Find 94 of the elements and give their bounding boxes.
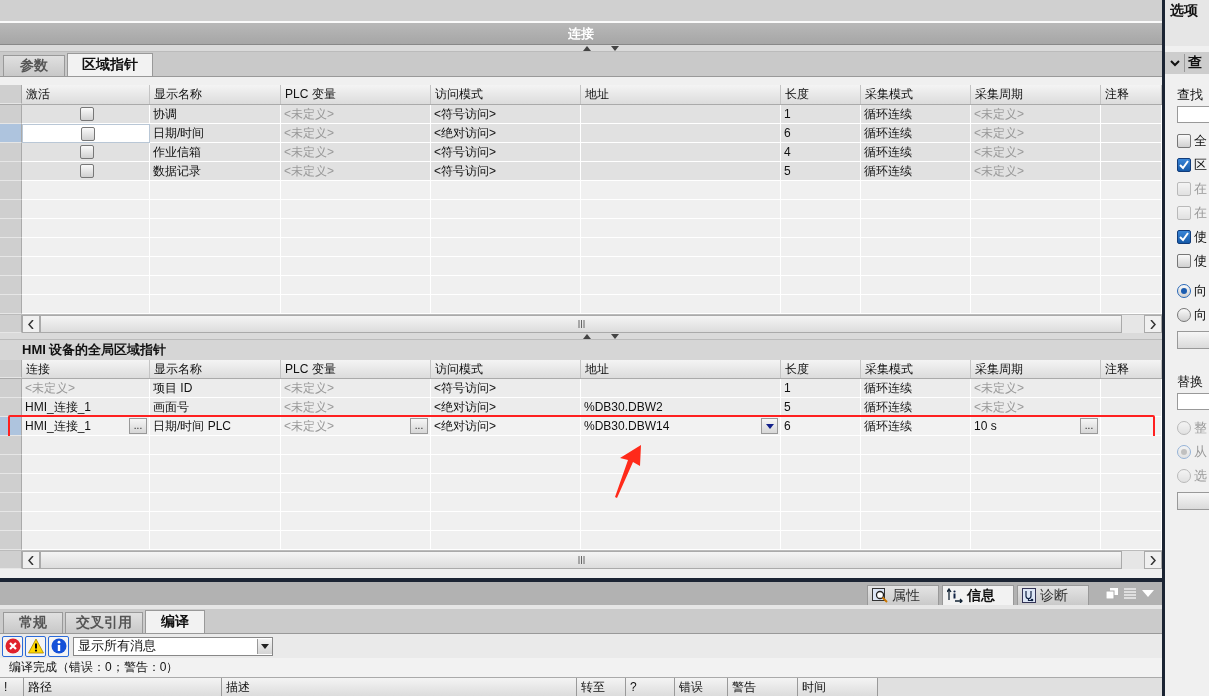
cell-text: HMI_连接_1: [25, 417, 92, 435]
column-header[interactable]: PLC 变量: [281, 360, 431, 378]
section-header[interactable]: 查: [1165, 52, 1209, 74]
inspector-tab[interactable]: 属性: [867, 585, 939, 605]
option-label: 全: [1194, 132, 1207, 150]
table-cell: 1: [781, 105, 861, 124]
table-cell: 日期/时间: [150, 124, 281, 143]
inspector-tab[interactable]: 信息: [942, 585, 1014, 605]
option-label: 选: [1194, 467, 1207, 485]
option-label: 在: [1194, 204, 1207, 222]
table-cell: <未定义>: [281, 105, 431, 124]
column-header[interactable]: 连接: [22, 360, 150, 378]
column-header[interactable]: 采集模式: [861, 360, 971, 378]
table-cell: <未定义>: [281, 162, 431, 181]
table-cell: 循环连续: [861, 143, 971, 162]
option-label: 向: [1194, 306, 1207, 324]
table-cell: <未定义>: [971, 124, 1101, 143]
column-header[interactable]: 描述: [222, 678, 577, 696]
cell-text: %DB30.DBW14: [584, 419, 670, 433]
table-cell: <未定义>: [281, 379, 431, 398]
table-cell: 作业信箱: [150, 143, 281, 162]
column-header[interactable]: 采集模式: [861, 85, 971, 104]
column-header[interactable]: 警告: [728, 678, 798, 696]
browse-button[interactable]: ...: [1080, 418, 1098, 434]
cell-text: <未定义>: [284, 417, 334, 435]
column-header[interactable]: 地址: [581, 360, 781, 378]
column-header[interactable]: 错误: [675, 678, 728, 696]
table-cell: 循环连续: [861, 417, 971, 436]
column-header[interactable]: 显示名称: [150, 85, 281, 104]
table-cell: 4: [781, 143, 861, 162]
table-cell: 数据记录: [150, 162, 281, 181]
column-header[interactable]: ?: [626, 678, 675, 696]
column-header[interactable]: 显示名称: [150, 360, 281, 378]
option-label: 区: [1194, 156, 1207, 174]
section-title: 查: [1184, 54, 1202, 72]
table-cell: 循环连续: [861, 162, 971, 181]
table-cell: <未定义>: [971, 379, 1101, 398]
column-header[interactable]: !: [0, 678, 24, 696]
table-cell: 循环连续: [861, 124, 971, 143]
table-cell: 1: [781, 379, 861, 398]
tab[interactable]: 常规: [3, 612, 63, 633]
table-cell: <绝对访问>: [431, 124, 581, 143]
column-header[interactable]: 访问模式: [431, 85, 581, 104]
option-label: 使: [1194, 252, 1207, 270]
message-filter-dropdown[interactable]: 显示所有消息: [73, 636, 273, 656]
column-header[interactable]: 转至: [577, 678, 626, 696]
table-cell: <符号访问>: [431, 143, 581, 162]
column-header[interactable]: 采集周期: [971, 360, 1101, 378]
tab[interactable]: 编译: [145, 610, 205, 633]
column-header[interactable]: 激活: [22, 85, 150, 104]
column-header[interactable]: 路径: [24, 678, 222, 696]
table-cell: <符号访问>: [431, 379, 581, 398]
column-header[interactable]: 地址: [581, 85, 781, 104]
field-label: 替换: [1177, 373, 1204, 391]
table-cell: <符号访问>: [431, 162, 581, 181]
tab[interactable]: 交叉引用: [65, 612, 143, 633]
panel-title: 选项: [1170, 2, 1198, 18]
table-cell: 日期/时间 PLC: [150, 417, 281, 436]
option-label: 整: [1194, 419, 1207, 437]
section-title: HMI 设备的全局区域指针: [0, 340, 1162, 360]
table-cell: 5: [781, 162, 861, 181]
table-cell: <绝对访问>: [431, 417, 581, 436]
editor-title: 连接: [568, 24, 594, 43]
column-header[interactable]: 访问模式: [431, 360, 581, 378]
table-cell: <符号访问>: [431, 105, 581, 124]
tab[interactable]: 参数: [3, 55, 65, 76]
table-cell: <未定义>: [971, 143, 1101, 162]
option-label: 使: [1194, 228, 1207, 246]
table-cell: 循环连续: [861, 379, 971, 398]
table-cell: 6: [781, 124, 861, 143]
inspector-tab[interactable]: 诊断: [1017, 585, 1089, 605]
table-cell: 项目 ID: [150, 379, 281, 398]
browse-button[interactable]: ...: [129, 418, 147, 434]
table-cell: <未定义>: [22, 379, 150, 398]
table-cell: 循环连续: [861, 105, 971, 124]
table-cell: <未定义>: [281, 143, 431, 162]
cell-text: 10 s: [974, 419, 997, 433]
field-label: 查找: [1177, 86, 1204, 104]
tab[interactable]: 区域指针: [67, 53, 153, 76]
table-cell: <未定义>: [281, 124, 431, 143]
dropdown-value: 显示所有消息: [77, 637, 157, 655]
column-header[interactable]: 长度: [781, 85, 861, 104]
column-header[interactable]: PLC 变量: [281, 85, 431, 104]
table-cell: <未定义>: [971, 162, 1101, 181]
table-cell: 协调: [150, 105, 281, 124]
table-cell: <未定义>: [971, 105, 1101, 124]
option-label: 向: [1194, 282, 1207, 300]
option-label: 在: [1194, 180, 1207, 198]
column-header[interactable]: 采集周期: [971, 85, 1101, 104]
column-header[interactable]: 长度: [781, 360, 861, 378]
option-label: 从: [1194, 443, 1207, 461]
browse-button[interactable]: ...: [410, 418, 428, 434]
status-text: 编译完成（错误：0；警告：0）: [9, 660, 179, 674]
table-cell: 6: [781, 417, 861, 436]
